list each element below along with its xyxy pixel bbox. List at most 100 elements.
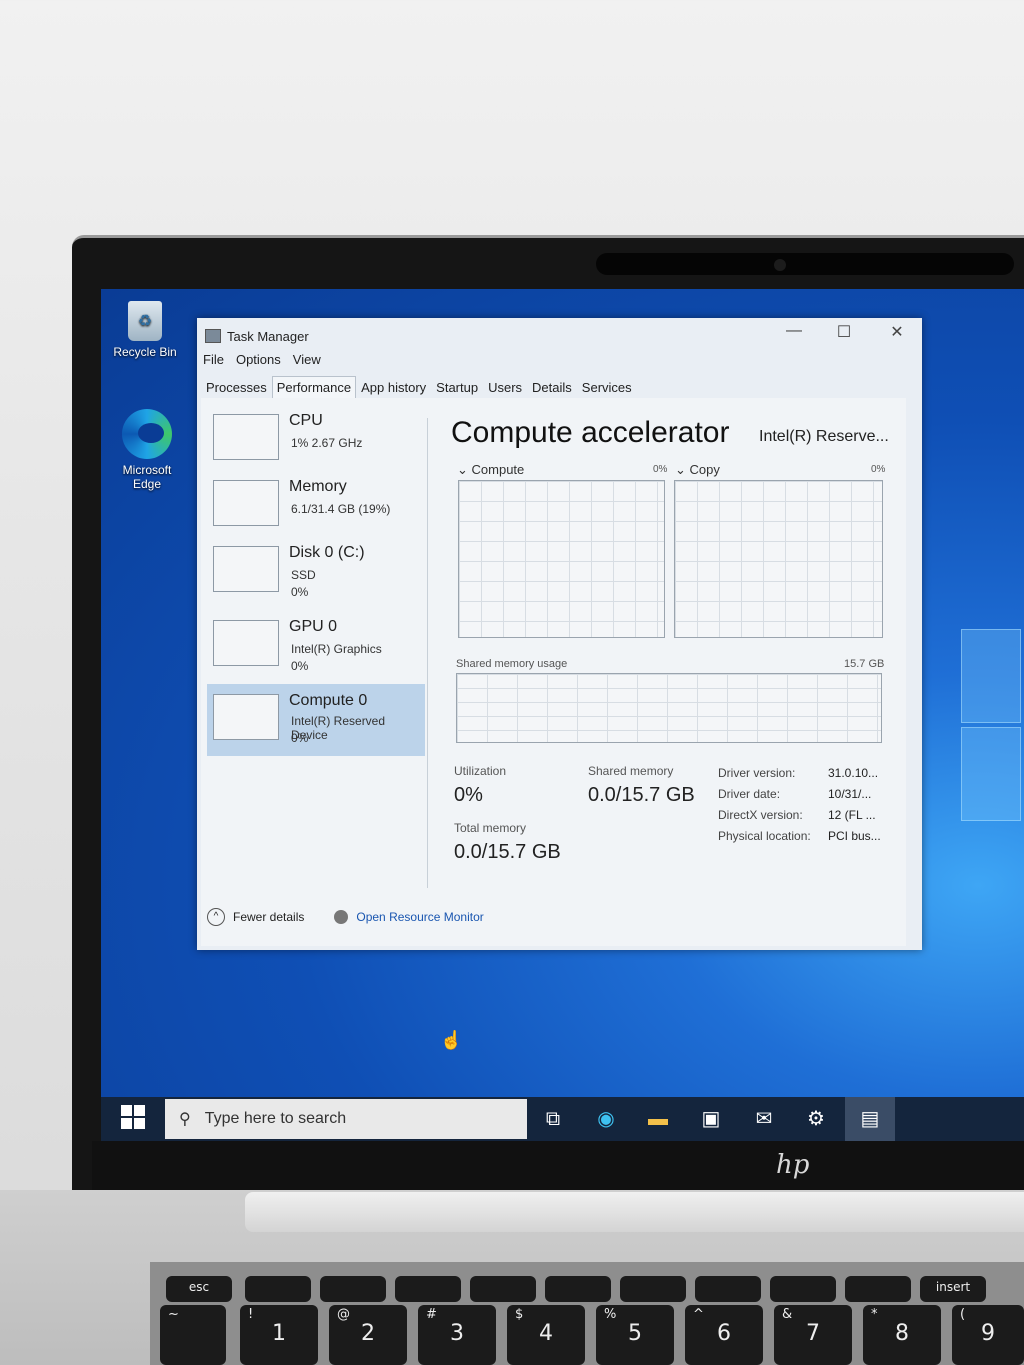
key-insert[interactable]: insert [920, 1276, 986, 1302]
desktop-screen: ♻ Recycle Bin Microsoft Edge Task Manage… [101, 289, 1024, 1141]
webcam-icon [774, 259, 786, 271]
tab-app-history[interactable]: App history [356, 376, 431, 399]
sidebar-item-gpu[interactable]: GPU 0 Intel(R) Graphics 0% [207, 614, 425, 684]
key-1[interactable]: ! 1 [240, 1305, 318, 1365]
search-icon: ⚲ [179, 1111, 191, 1128]
key-f6[interactable] [620, 1276, 686, 1302]
shared-memory-graph [456, 673, 882, 743]
sidebar-item-name: CPU [289, 412, 323, 429]
compute-graph [458, 480, 665, 638]
sidebar-item-disk[interactable]: Disk 0 (C:) SSD 0% [207, 540, 425, 610]
key-7[interactable]: & 7 [774, 1305, 852, 1365]
copy-graph [674, 480, 883, 638]
close-button[interactable]: ✕ [882, 322, 912, 342]
hinge [245, 1192, 1024, 1232]
shared-memory-value: 0.0/15.7 GB [588, 784, 695, 806]
key-5[interactable]: % 5 [596, 1305, 674, 1365]
tab-users[interactable]: Users [483, 376, 527, 399]
tab-processes[interactable]: Processes [201, 376, 272, 399]
graph-label: Compute [471, 462, 525, 477]
key-f5[interactable] [545, 1276, 611, 1302]
menu-bar: File Options View [203, 352, 321, 367]
task-view-icon[interactable]: ⧉ [539, 1105, 567, 1133]
search-placeholder: Type here to search [204, 1110, 347, 1127]
engine-selector-compute[interactable]: ⌄ Compute [457, 462, 524, 478]
driver-date-label: Driver date: [718, 787, 781, 801]
sidebar-item-detail: 1% 2.67 GHz [291, 436, 363, 450]
menu-options[interactable]: Options [236, 352, 281, 367]
window-title: Task Manager [227, 328, 309, 344]
directx-version-value: 12 (FL ... [828, 808, 876, 822]
key-8[interactable]: * 8 [863, 1305, 941, 1365]
file-explorer-icon[interactable]: ▬ [644, 1105, 672, 1133]
sidebar-item-name: Memory [289, 478, 347, 495]
key-3[interactable]: #3 [418, 1305, 496, 1365]
desktop-icon-label: Recycle Bin [113, 345, 177, 359]
utilization-label: Utilization [454, 764, 507, 778]
physical-location-value: PCI bus... [828, 829, 881, 843]
chevron-down-icon: ⌄ [457, 462, 472, 477]
shared-memory-label: Shared memory [588, 764, 674, 778]
sidebar-item-cpu[interactable]: CPU 1% 2.67 GHz [207, 408, 425, 478]
tab-performance[interactable]: Performance [271, 376, 357, 399]
minimize-button[interactable]: — [779, 322, 809, 340]
gpu-mini-graph [213, 620, 279, 666]
sidebar-item-detail: Intel(R) Graphics [291, 642, 382, 656]
sidebar-item-detail: Intel(R) Reserved Device [291, 714, 386, 742]
graph-max: 0% [653, 464, 668, 475]
total-memory-label: Total memory [454, 821, 527, 835]
desktop-icon-recycle-bin[interactable]: ♻ Recycle Bin [110, 301, 180, 359]
chevron-down-icon: ⌄ [675, 462, 690, 477]
key-esc[interactable]: esc [166, 1276, 232, 1302]
driver-date-value: 10/31/... [828, 787, 872, 801]
tab-details[interactable]: Details [527, 376, 577, 399]
shared-graph-max: 15.7 GB [844, 658, 885, 670]
memory-mini-graph [213, 480, 279, 526]
sidebar-item-name: Disk 0 (C:) [289, 544, 365, 561]
key-f3[interactable] [395, 1276, 461, 1302]
sidebar-item-detail: SSD [291, 568, 316, 582]
key-backtick[interactable]: ~ [160, 1305, 226, 1365]
edge-icon[interactable]: ◉ [592, 1105, 620, 1133]
footer: ^ Fewer details Open Resource Monitor [207, 908, 484, 926]
start-button[interactable] [121, 1105, 147, 1131]
key-f1[interactable] [245, 1276, 311, 1302]
shared-graph-label: Shared memory usage [456, 658, 568, 670]
graph-label: Copy [689, 462, 720, 477]
sidebar-item-compute[interactable]: Compute 0 Intel(R) Reserved Device 0% [207, 684, 425, 756]
key-f9[interactable] [845, 1276, 911, 1302]
key-f2[interactable] [320, 1276, 386, 1302]
chevron-up-icon[interactable]: ^ [207, 908, 225, 926]
task-manager-icon[interactable]: ▤ [845, 1097, 895, 1141]
sidebar-item-name: GPU 0 [289, 618, 338, 635]
edge-icon [122, 409, 172, 459]
engine-selector-copy[interactable]: ⌄ Copy [675, 462, 720, 478]
key-6[interactable]: ^ 6 [685, 1305, 763, 1365]
mail-icon[interactable]: ✉ [750, 1105, 778, 1133]
menu-file[interactable]: File [203, 352, 224, 367]
key-f4[interactable] [470, 1276, 536, 1302]
task-manager-app-icon [205, 329, 221, 343]
maximize-button[interactable]: ☐ [829, 322, 859, 342]
fewer-details-link[interactable]: Fewer details [233, 910, 304, 924]
settings-icon[interactable]: ⚙ [802, 1105, 830, 1133]
key-f8[interactable] [770, 1276, 836, 1302]
tab-startup[interactable]: Startup [431, 376, 483, 399]
open-resource-monitor-link[interactable]: Open Resource Monitor [356, 910, 483, 924]
performance-panel: CPU 1% 2.67 GHz Memory 6.1/31.4 GB (19%)… [201, 398, 906, 946]
desktop-icon-edge[interactable]: Microsoft Edge [112, 409, 182, 491]
desktop-icon-label: Microsoft Edge [122, 463, 172, 491]
graph-max: 0% [871, 464, 886, 475]
key-9[interactable]: (9 [952, 1305, 1024, 1365]
key-4[interactable]: $4 [507, 1305, 585, 1365]
key-2[interactable]: @2 [329, 1305, 407, 1365]
menu-view[interactable]: View [293, 352, 321, 367]
key-f7[interactable] [695, 1276, 761, 1302]
sidebar-item-memory[interactable]: Memory 6.1/31.4 GB (19%) [207, 474, 425, 544]
camera-bar [596, 253, 1014, 275]
taskbar-search[interactable]: ⚲ Type here to search [165, 1099, 527, 1139]
hp-logo: hp [776, 1150, 810, 1180]
store-icon[interactable]: ▣ [697, 1105, 725, 1133]
tab-services[interactable]: Services [577, 376, 637, 399]
recycle-bin-icon: ♻ [128, 301, 162, 341]
